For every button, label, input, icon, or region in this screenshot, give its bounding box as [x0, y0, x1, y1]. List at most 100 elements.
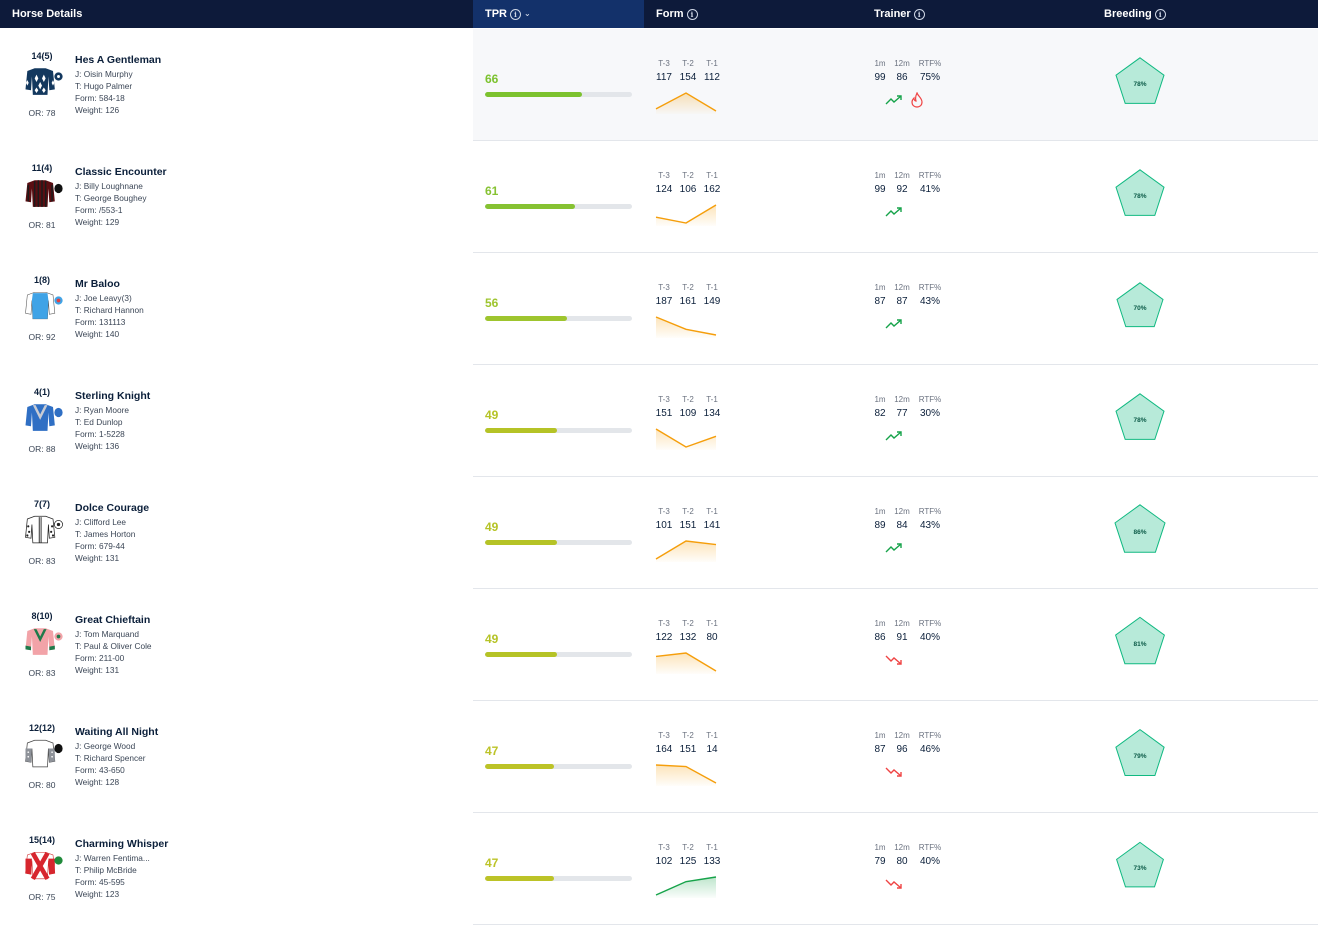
official-rating: OR: 80 — [28, 780, 56, 790]
trend-down-icon — [885, 655, 902, 665]
breeding-percent: 78% — [1133, 81, 1146, 88]
jockey-name: J: Ryan Moore — [75, 405, 129, 415]
trainer-rtf-value: 46% — [919, 744, 940, 755]
jockey-silk-icon — [25, 628, 63, 655]
runner-row[interactable]: 8(10) OR: 83 Great Chieftain J: Tom Marq… — [0, 589, 1318, 701]
horse-name[interactable]: Waiting All Night — [75, 726, 158, 738]
breeding-percent: 86% — [1133, 529, 1146, 536]
trend-down-icon — [885, 767, 902, 777]
form-sparkline — [655, 428, 717, 450]
tpr-value: 47 — [485, 856, 499, 870]
table-header: Horse Details TPR i ⌄ Form i Trainer i Breed… — [0, 0, 1318, 28]
form-figures: Form: /553-1 — [75, 205, 123, 215]
header-tpr[interactable]: TPR i ⌄ — [485, 0, 531, 28]
form-sparkline — [655, 652, 717, 674]
form-label-t1: T-1 — [706, 843, 718, 852]
trainer-name: T: Hugo Palmer — [75, 81, 133, 91]
horse-name[interactable]: Great Chieftain — [75, 614, 150, 626]
form-figures: Form: 1-5228 — [75, 429, 125, 439]
trainer-label-12m: 12m — [894, 843, 910, 852]
form-label-t1: T-1 — [706, 395, 718, 404]
form-figures: Form: 679-44 — [75, 541, 125, 551]
tpr-bar-fill — [485, 540, 558, 545]
jockey-name: J: Oisin Murphy — [75, 69, 133, 79]
horse-name[interactable]: Dolce Courage — [75, 502, 149, 514]
header-horse-details-label: Horse Details — [12, 8, 83, 20]
official-rating: OR: 78 — [28, 108, 56, 118]
runner-row[interactable]: 4(1) OR: 88 Sterling Knight J: Ryan Moor… — [0, 365, 1318, 477]
trainer-12m-value: 91 — [896, 632, 908, 643]
trainer-label-12m: 12m — [894, 171, 910, 180]
form-value-t2: 125 — [679, 856, 697, 867]
header-breeding[interactable]: Breeding i — [1104, 0, 1166, 28]
form-figures: Form: 43-650 — [75, 765, 125, 775]
header-trainer[interactable]: Trainer i — [874, 0, 925, 28]
trend-up-icon — [885, 543, 902, 553]
form-label-t3: T-3 — [658, 395, 670, 404]
form-label-t3: T-3 — [658, 619, 670, 628]
breeding-pentagon[interactable]: 78% — [1108, 387, 1172, 449]
breeding-pentagon[interactable]: 70% — [1108, 275, 1172, 337]
official-rating: OR: 92 — [28, 332, 56, 342]
form-label-t2: T-2 — [682, 283, 694, 292]
form-sparkline — [655, 540, 717, 562]
runner-row[interactable]: 14(5) OR: 78 Hes A Gentleman J: Oisin Mu… — [0, 29, 1318, 141]
form-sparkline — [655, 764, 717, 786]
tpr-bar-fill — [485, 92, 583, 97]
trainer-label-1m: 1m — [874, 283, 886, 292]
trainer-12m-value: 86 — [896, 72, 908, 83]
runner-row[interactable]: 7(7) OR: 83 Dolce Courage J: Clifford Le… — [0, 477, 1318, 589]
official-rating: OR: 88 — [28, 444, 56, 454]
runner-row[interactable]: 1(8) OR: 92 Mr Baloo J: Joe Leavy(3) T: … — [0, 253, 1318, 365]
trainer-label-12m: 12m — [894, 619, 910, 628]
tpr-value: 61 — [485, 184, 499, 198]
breeding-pentagon[interactable]: 81% — [1108, 611, 1172, 673]
form-value-t1: 112 — [704, 72, 720, 83]
breeding-pentagon[interactable]: 78% — [1108, 51, 1172, 113]
horse-name[interactable]: Hes A Gentleman — [75, 54, 161, 66]
horse-name[interactable]: Sterling Knight — [75, 390, 150, 402]
trainer-label-12m: 12m — [894, 731, 910, 740]
info-icon[interactable]: i — [913, 8, 925, 20]
trainer-label-1m: 1m — [874, 731, 886, 740]
info-icon[interactable]: i — [1154, 8, 1166, 20]
tpr-bar — [485, 316, 632, 321]
tpr-bar-fill — [485, 204, 575, 209]
form-value-t2: 109 — [679, 408, 697, 419]
trainer-1m-value: 79 — [874, 856, 886, 867]
trainer-rtf-value: 43% — [919, 296, 940, 307]
chevron-down-icon[interactable]: ⌄ — [524, 0, 531, 28]
form-value-t1: 149 — [703, 296, 721, 307]
info-icon[interactable]: i — [510, 8, 521, 20]
form-sparkline — [655, 316, 717, 338]
horse-name[interactable]: Charming Whisper — [75, 838, 168, 850]
tpr-bar-fill — [485, 876, 555, 881]
runner-row[interactable]: 11(4) OR: 81 Classic Encounter J: Billy … — [0, 141, 1318, 253]
breeding-pentagon[interactable]: 79% — [1108, 723, 1172, 785]
header-form-label: Form — [656, 8, 684, 20]
header-form[interactable]: Form i — [656, 0, 698, 28]
breeding-percent: 81% — [1133, 641, 1146, 648]
form-figures: Form: 584-18 — [75, 93, 125, 103]
trainer-12m-value: 92 — [896, 184, 908, 195]
trainer-label-12m: 12m — [894, 283, 910, 292]
form-value-t3: 151 — [655, 408, 673, 419]
trainer-12m-value: 96 — [896, 744, 908, 755]
breeding-pentagon[interactable]: 86% — [1108, 499, 1172, 561]
header-horse-details[interactable]: Horse Details — [12, 0, 82, 28]
form-label-t3: T-3 — [658, 59, 670, 68]
info-icon[interactable]: i — [686, 8, 698, 20]
tpr-value: 66 — [485, 72, 499, 86]
tpr-bar — [485, 652, 632, 657]
horse-name[interactable]: Mr Baloo — [75, 278, 120, 290]
trainer-label-12m: 12m — [894, 507, 910, 516]
jockey-silk-icon — [25, 291, 63, 320]
runner-row[interactable]: 12(12) OR: 80 Waiting All Night J: Georg… — [0, 701, 1318, 813]
breeding-pentagon[interactable]: 78% — [1108, 163, 1172, 225]
horse-name[interactable]: Classic Encounter — [75, 166, 167, 178]
form-label-t3: T-3 — [658, 731, 670, 740]
runner-row[interactable]: 15(14) OR: 75 Charming Whisper J: Warren… — [0, 813, 1318, 925]
trainer-name: T: George Boughey — [75, 193, 147, 203]
form-value-t1: 14 — [706, 744, 718, 755]
breeding-pentagon[interactable]: 73% — [1108, 835, 1172, 897]
